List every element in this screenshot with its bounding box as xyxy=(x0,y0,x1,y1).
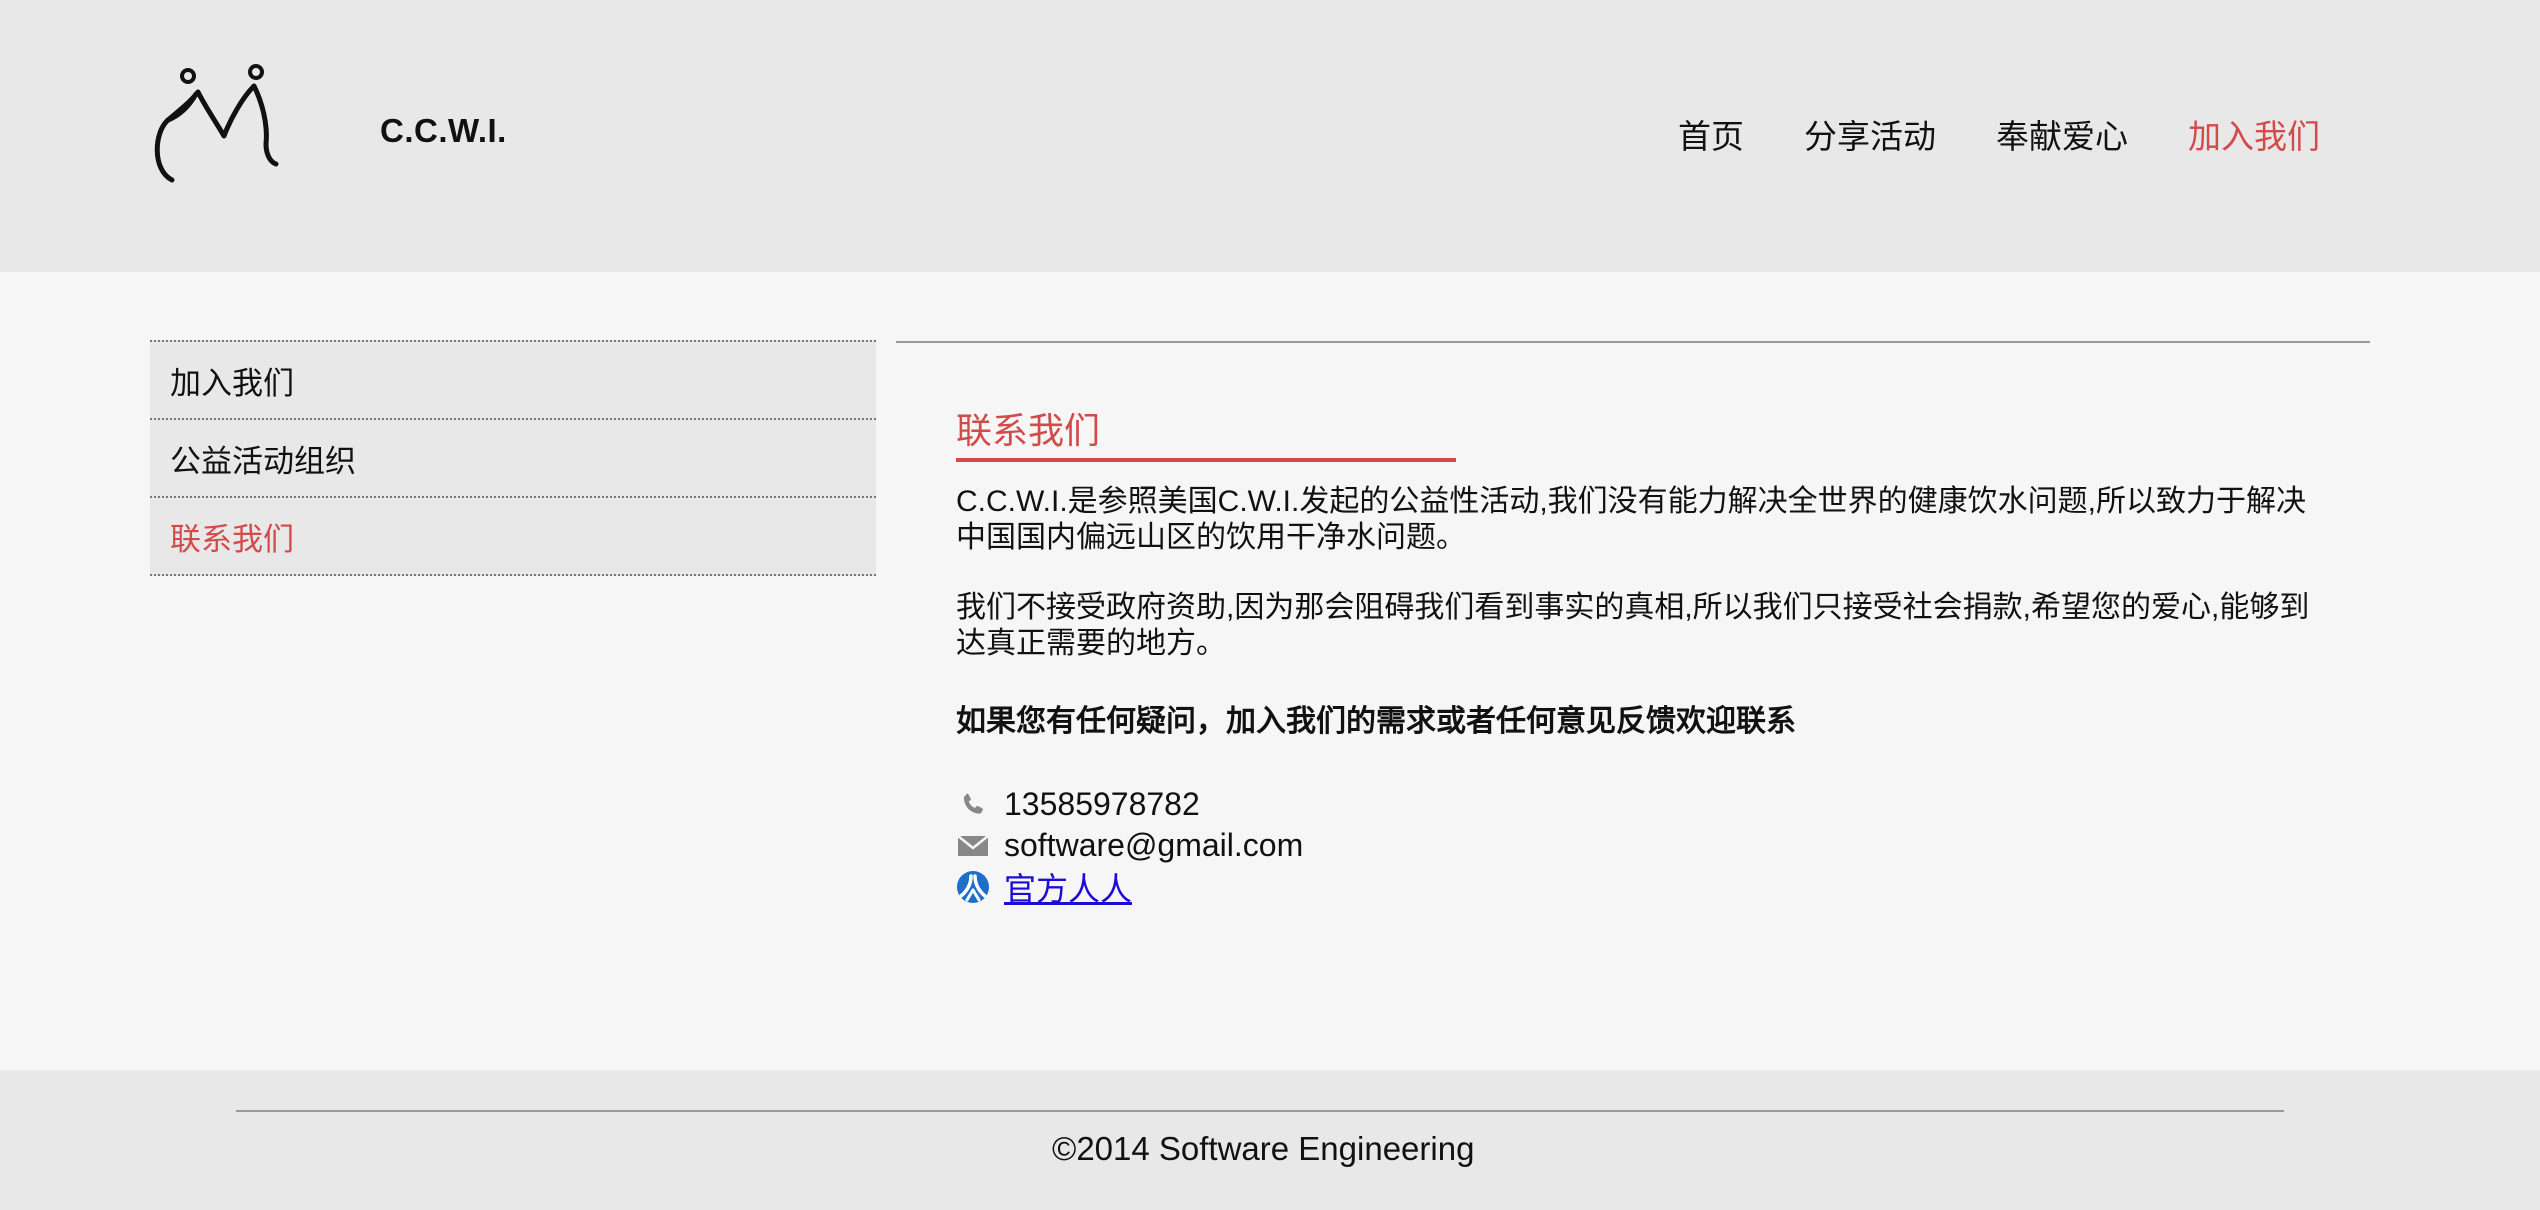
footer-divider xyxy=(236,1110,2284,1112)
sidebar-item-charity-organizations[interactable]: 公益活动组织 xyxy=(150,418,876,496)
funding-paragraph: 我们不接受政府资助,因为那会阻碍我们看到事实的真相,所以我们只接受社会捐款,希望… xyxy=(956,591,2310,660)
sidebar-item-join-us[interactable]: 加入我们 xyxy=(150,340,876,418)
phone-number: 13585978782 xyxy=(1004,786,1200,822)
contact-renren: 官方人人 xyxy=(956,866,2316,907)
contact-email: software@gmail.com xyxy=(956,825,2316,866)
ccwi-logo[interactable] xyxy=(150,62,290,192)
main-content: 联系我们 C.C.W.I.是参照美国C.W.I.发起的公益性活动,我们没有能力解… xyxy=(956,402,2316,907)
site-header: C.C.W.I. 首页 分享活动 奉献爱心 加入我们 xyxy=(0,0,2540,272)
site-footer: ©2014 Software Engineering xyxy=(0,1070,2540,1210)
renren-link[interactable]: 官方人人 xyxy=(1004,864,1132,910)
nav-donate[interactable]: 奉献爱心 xyxy=(1996,110,2128,158)
contact-phone: 13585978782 xyxy=(956,784,2316,825)
content-divider xyxy=(896,341,2370,343)
nav-home[interactable]: 首页 xyxy=(1678,110,1744,158)
email-address: software@gmail.com xyxy=(1004,827,1304,863)
phone-icon xyxy=(956,788,990,822)
sidebar: 加入我们 公益活动组织 联系我们 xyxy=(150,340,876,576)
contact-note: 如果您有任何疑问，加入我们的需求或者任何意见反馈欢迎联系 xyxy=(956,705,1796,738)
copyright-text: ©2014 Software Engineering xyxy=(1052,1130,1475,1167)
page-title: 联系我们 xyxy=(956,402,1456,462)
brand-name: C.C.W.I. xyxy=(380,112,507,149)
sidebar-item-contact-us[interactable]: 联系我们 xyxy=(150,496,876,576)
nav-join-us[interactable]: 加入我们 xyxy=(2188,110,2320,158)
intro-paragraph: C.C.W.I.是参照美国C.W.I.发起的公益性活动,我们没有能力解决全世界的… xyxy=(956,485,2306,554)
nav-share-activities[interactable]: 分享活动 xyxy=(1804,110,1936,158)
mail-icon xyxy=(956,829,990,863)
renren-icon xyxy=(956,870,990,904)
main-nav: 首页 分享活动 奉献爱心 加入我们 xyxy=(1678,110,2320,158)
